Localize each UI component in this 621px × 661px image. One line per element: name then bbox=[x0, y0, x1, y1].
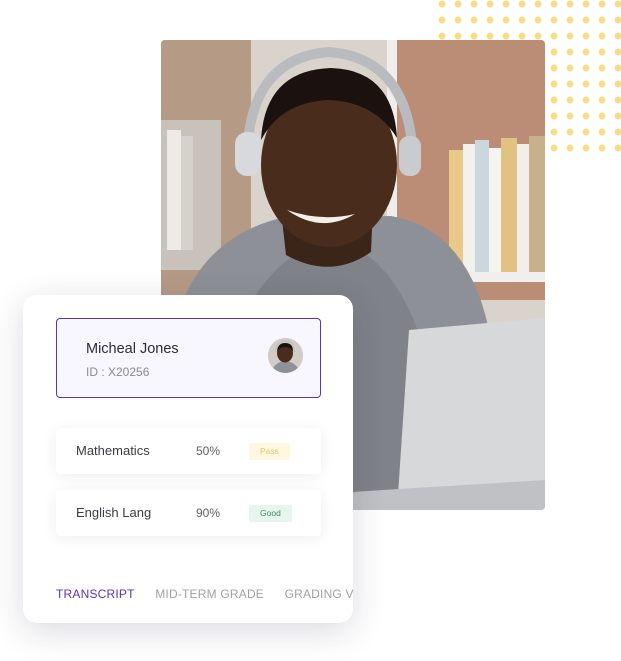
tab-transcript[interactable]: TRANSCRIPT bbox=[56, 587, 135, 601]
subject-name: English Lang bbox=[76, 505, 152, 520]
grade-tabs: TRANSCRIPT MID-TERM GRADE GRADING VIEW bbox=[56, 587, 353, 603]
tab-grading-view[interactable]: GRADING VIEW bbox=[285, 587, 353, 601]
subject-score: 50% bbox=[196, 444, 221, 458]
student-name: Micheal Jones bbox=[86, 341, 179, 357]
status-badge: Good bbox=[249, 505, 292, 522]
status-badge: Pass bbox=[249, 443, 290, 460]
student-profile-box[interactable]: Micheal Jones ID : X20256 bbox=[56, 318, 321, 398]
subject-score: 90% bbox=[196, 506, 221, 520]
student-grade-card: Micheal Jones ID : X20256 Mathematics 50… bbox=[23, 295, 353, 623]
subject-name: Mathematics bbox=[76, 443, 150, 458]
avatar bbox=[268, 338, 303, 373]
grade-row-mathematics[interactable]: Mathematics 50% Pass bbox=[56, 428, 321, 474]
tab-mid-term-grade[interactable]: MID-TERM GRADE bbox=[155, 587, 264, 601]
hero-illustration: Micheal Jones ID : X20256 Mathematics 50… bbox=[0, 0, 621, 661]
grade-row-english[interactable]: English Lang 90% Good bbox=[56, 490, 321, 536]
student-id: ID : X20256 bbox=[86, 365, 150, 379]
